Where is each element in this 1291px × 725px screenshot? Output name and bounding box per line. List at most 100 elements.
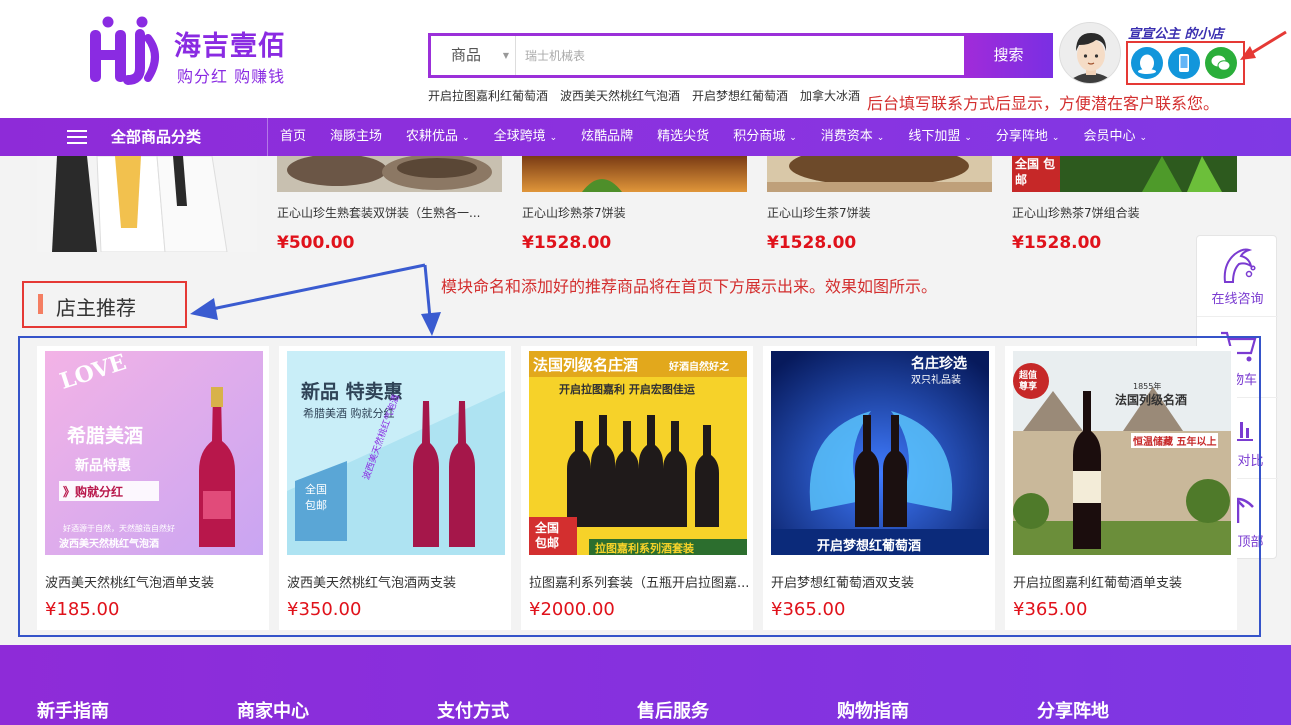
search-category-label: 商品 <box>451 46 482 64</box>
hot-word-link[interactable]: 波西美天然桃红气泡酒 <box>560 87 680 104</box>
nav-item-label: 精选尖货 <box>657 129 710 144</box>
product-image <box>277 154 502 192</box>
nav-item-label: 消费资本 <box>820 128 873 144</box>
nav-item[interactable]: 积分商城 ⌄ <box>721 118 809 157</box>
footer-heading[interactable]: 支付方式 <box>437 697 509 723</box>
contact-icons-highlight <box>1126 41 1245 85</box>
logo-icon[interactable] <box>88 16 164 86</box>
nav-item[interactable]: 会员中心 ⌄ <box>1071 118 1159 157</box>
image-text: 波西美天然桃红气泡酒 <box>59 539 159 550</box>
search-button[interactable]: 搜索 <box>964 33 1053 78</box>
image-text: 开启梦想红葡萄酒 <box>817 539 922 554</box>
image-text: 好酒自然好之 <box>669 362 729 373</box>
dolphin-icon <box>1223 248 1256 283</box>
product-price: ¥1528.00 <box>767 233 857 253</box>
recommend-product-card[interactable]: 法国列级名庄酒 好酒自然好之 开启拉图嘉利 开启宏图佳运 全国 包邮 拉图嘉利系… <box>521 346 753 630</box>
image-text: 》购就分红 <box>63 485 124 499</box>
nav-item-label: 海豚主场 <box>330 129 383 144</box>
image-text: 恒温储藏 五年以上 <box>1131 433 1219 448</box>
hot-search-words: 开启拉图嘉利红葡萄酒 波西美天然桃红气泡酒 开启梦想红葡萄酒 加拿大冰酒 <box>428 87 860 104</box>
red-arrow-icon <box>1240 30 1287 60</box>
shop-owner-name[interactable]: 宣宣公主 的小店 <box>1128 23 1224 42</box>
side-item-label: 在线咨询 <box>1211 292 1264 307</box>
image-text: 好酒源于自然，天然酿造自然好 <box>63 524 175 533</box>
nav-item[interactable]: 精选尖货 <box>645 118 721 156</box>
nav-item[interactable]: 消费资本 ⌄ <box>809 118 897 157</box>
strip-product-card[interactable]: 正心山珍熟茶7饼装 ¥1528.00 <box>522 156 747 253</box>
strip-product-card[interactable]: 正心山珍生熟套装双饼装（生熟各一... ¥500.00 <box>277 154 502 253</box>
search-input[interactable] <box>517 36 963 75</box>
phone-icon[interactable] <box>1168 47 1200 79</box>
product-image: 名庄珍选 双只礼品装 开启梦想红葡萄酒 <box>771 351 989 555</box>
nav-item[interactable]: 首页 <box>268 118 318 156</box>
strip-product-card[interactable]: 正心山珍生茶7饼装 ¥1528.00 <box>767 146 992 253</box>
recommend-product-card[interactable]: LOVE 希腊美酒 新品特惠 》购就分红 好酒源于自然，天然酿造自然好 波西美天… <box>37 346 269 630</box>
qq-icon[interactable] <box>1131 47 1163 79</box>
product-image: 法国列级名庄酒 好酒自然好之 开启拉图嘉利 开启宏图佳运 全国 包邮 拉图嘉利系… <box>529 351 747 555</box>
nav-items: 首页 海豚主场 农耕优品 ⌄ 全球跨境 ⌄ 炫酷品牌 精选尖货 积分商城 ⌄ 消费资本 ⌄ 线下加盟 ⌄ 分… <box>267 118 1159 156</box>
product-price: ¥500.00 <box>277 233 355 253</box>
footer-heading[interactable]: 分享阵地 <box>1037 697 1109 723</box>
all-categories-button[interactable]: 全部商品分类 <box>55 118 267 156</box>
nav-item-label: 农耕优品 <box>406 128 459 144</box>
free-shipping-badge: 全国 包邮 <box>1015 157 1056 187</box>
nav-item[interactable]: 农耕优品 ⌄ <box>394 118 482 157</box>
nav-item-label: 线下加盟 <box>908 128 961 144</box>
footer-heading[interactable]: 售后服务 <box>637 697 709 723</box>
product-image: 新品 特卖惠 希腊美酒 购就分红 全国 包邮 波西美天然桃红气泡酒 <box>287 351 505 555</box>
product-price: ¥365.00 <box>1013 599 1088 620</box>
brand-name[interactable]: 海吉壹佰 <box>174 24 286 63</box>
product-price: ¥350.00 <box>287 599 362 620</box>
image-text: 拉图嘉利系列酒套装 <box>595 542 694 555</box>
chevron-down-icon: ⌄ <box>1051 132 1060 143</box>
hot-word-link[interactable]: 加拿大冰酒 <box>800 87 860 104</box>
image-text: 开启拉图嘉利 开启宏图佳运 <box>559 383 695 396</box>
title-accent-bar <box>38 294 43 314</box>
recommend-product-card[interactable]: 新品 特卖惠 希腊美酒 购就分红 全国 包邮 波西美天然桃红气泡酒 波西美天然桃… <box>279 346 511 630</box>
main-nav: 全部商品分类 首页 海豚主场 农耕优品 ⌄ 全球跨境 ⌄ 炫酷品牌 精选尖货 积分商城 ⌄ 消费资本… <box>0 118 1291 156</box>
nav-item[interactable]: 全球跨境 ⌄ <box>482 118 570 157</box>
nav-item[interactable]: 海豚主场 <box>318 118 394 156</box>
hot-word-link[interactable]: 开启拉图嘉利红葡萄酒 <box>428 87 548 104</box>
product-name: 正心山珍熟茶7饼组合装 <box>1012 206 1140 220</box>
footer-heading[interactable]: 商家中心 <box>237 697 309 723</box>
image-text: 全国 包邮 <box>535 521 560 550</box>
online-consult-button[interactable]: 在线咨询 <box>1197 236 1278 317</box>
image-text: 双只礼品装 <box>911 375 961 386</box>
product-name: 正心山珍熟茶7饼装 <box>522 206 626 220</box>
recommend-product-card[interactable]: 名庄珍选 双只礼品装 开启梦想红葡萄酒 开启梦想红葡萄酒双支装 ¥365.00 <box>763 346 995 630</box>
chevron-down-icon: ⌄ <box>789 132 797 143</box>
module-annotation: 模块命名和添加好的推荐商品将在首页下方展示出来。效果如图所示。 <box>441 277 938 296</box>
image-text: 名庄珍选 <box>911 356 967 372</box>
nav-item-label: 炫酷品牌 <box>581 129 634 144</box>
footer-heading[interactable]: 新手指南 <box>37 697 109 723</box>
chevron-down-icon: ▼ <box>502 51 509 60</box>
product-name: 开启梦想红葡萄酒双支装 <box>771 576 915 591</box>
product-price: ¥185.00 <box>45 599 120 620</box>
footer: 新手指南 商家中心 支付方式 售后服务 购物指南 分享阵地 <box>0 645 1291 725</box>
nav-item-label: 首页 <box>280 129 307 144</box>
hot-word-link[interactable]: 开启梦想红葡萄酒 <box>692 87 788 104</box>
avatar-illustration <box>1060 23 1120 83</box>
wechat-icon[interactable] <box>1205 47 1237 79</box>
nav-item[interactable]: 炫酷品牌 <box>569 118 645 156</box>
product-name: 正心山珍生茶7饼装 <box>767 206 871 220</box>
chevron-down-icon: ⌄ <box>1139 132 1147 143</box>
product-name: 正心山珍生熟套装双饼装（生熟各一... <box>277 206 481 220</box>
product-name: 开启拉图嘉利红葡萄酒单支装 <box>1013 576 1183 591</box>
product-image: LOVE 希腊美酒 新品特惠 》购就分红 好酒源于自然，天然酿造自然好 波西美天… <box>45 351 263 555</box>
product-image <box>522 156 747 192</box>
search-category-select[interactable]: 商品 ▼ <box>431 36 516 75</box>
chevron-down-icon: ⌄ <box>876 132 885 143</box>
category-banner[interactable] <box>37 156 257 252</box>
nav-item-label: 积分商城 <box>733 128 786 144</box>
footer-heading[interactable]: 购物指南 <box>837 697 909 723</box>
nav-item-label: 会员中心 <box>1083 128 1136 144</box>
nav-item[interactable]: 线下加盟 ⌄ <box>896 118 984 157</box>
recommend-product-card[interactable]: 超值尊享 1855年 法国列级名酒 恒温储藏 五年以上 开启拉图嘉利红葡萄酒单支… <box>1005 346 1237 630</box>
chevron-down-icon: ⌄ <box>549 132 558 143</box>
image-text: 超值尊享 <box>1019 371 1038 392</box>
nav-item[interactable]: 分享阵地 ⌄ <box>984 118 1072 157</box>
all-categories-label: 全部商品分类 <box>111 128 202 146</box>
shop-owner-avatar[interactable] <box>1059 22 1121 84</box>
